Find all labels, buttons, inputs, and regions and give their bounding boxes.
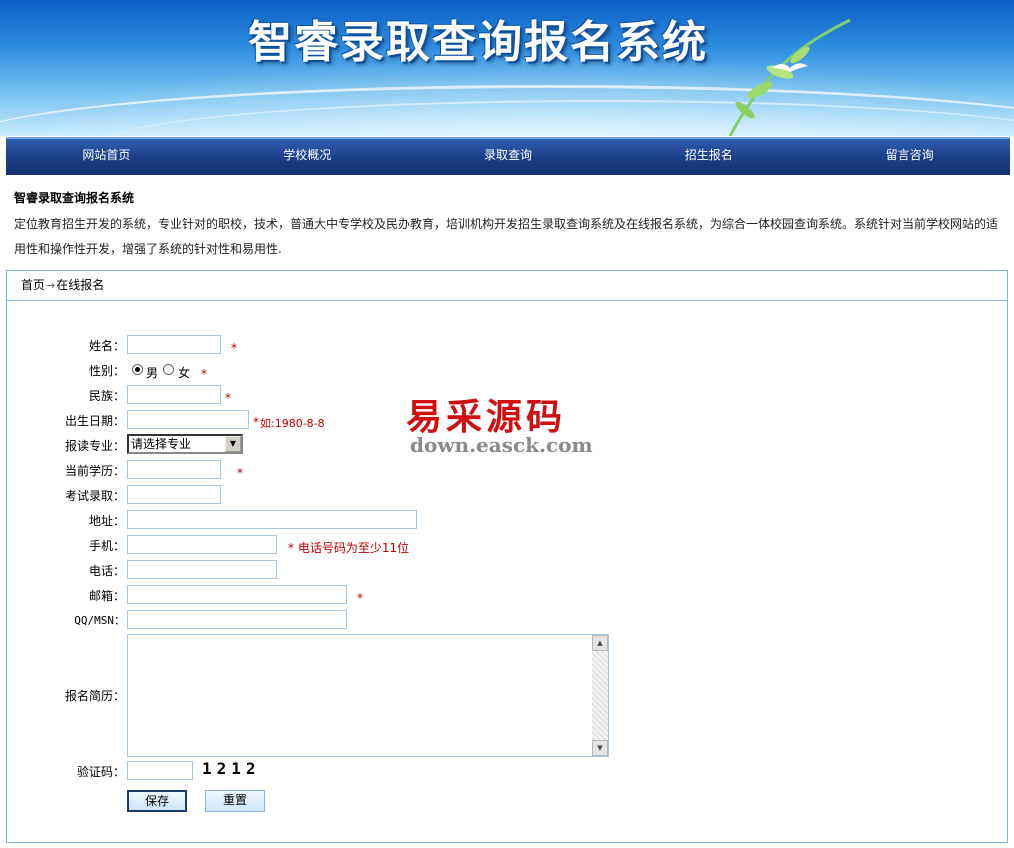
breadcrumb: 首页→在线报名 bbox=[7, 271, 1007, 301]
mobile-input[interactable] bbox=[127, 535, 277, 554]
name-input[interactable] bbox=[127, 335, 221, 354]
phone-label: 电话： bbox=[88, 564, 125, 578]
qq-label: QQ/MSN： bbox=[74, 614, 125, 627]
birthdate-input[interactable] bbox=[127, 410, 249, 429]
intro-text: 定位教育招生开发的系统，专业针对的职校，技术，普通大中专学校及民办教育，培训机构… bbox=[14, 217, 999, 256]
watermark-url: down.easck.com bbox=[410, 433, 593, 457]
gender-required-mark: * bbox=[201, 367, 207, 381]
exam-label: 考试录取： bbox=[64, 489, 125, 503]
ethnicity-input[interactable] bbox=[127, 385, 221, 404]
birthdate-required-mark: * bbox=[253, 415, 259, 429]
gender-male-label: 男 bbox=[146, 366, 159, 380]
bird-icon bbox=[772, 63, 808, 72]
education-required-mark: * bbox=[237, 466, 243, 480]
captcha-label: 验证码： bbox=[76, 765, 125, 779]
education-label: 当前学历： bbox=[64, 464, 125, 478]
captcha-image: 1212 bbox=[202, 759, 261, 778]
reset-button[interactable]: 重置 bbox=[205, 790, 265, 812]
email-label: 邮箱： bbox=[88, 589, 125, 603]
major-label: 报读专业： bbox=[64, 439, 125, 453]
birthdate-label: 出生日期： bbox=[64, 414, 125, 428]
scroll-down-icon[interactable]: ▼ bbox=[592, 740, 608, 756]
nav-item-guestbook[interactable]: 留言咨询 bbox=[809, 139, 1010, 175]
captcha-input[interactable] bbox=[127, 761, 193, 780]
email-input[interactable] bbox=[127, 585, 347, 604]
address-label: 地址： bbox=[88, 514, 125, 528]
gender-label: 性别： bbox=[88, 364, 125, 378]
education-input[interactable] bbox=[127, 460, 221, 479]
breadcrumb-current: 在线报名 bbox=[56, 278, 105, 292]
site-title: 智睿录取查询报名系统 bbox=[248, 17, 708, 68]
gender-female-radio[interactable] bbox=[163, 364, 174, 375]
nav-item-home[interactable]: 网站首页 bbox=[6, 139, 207, 175]
mobile-label: 手机： bbox=[88, 539, 125, 553]
header-banner: 智睿录取查询报名系统 bbox=[0, 0, 1014, 136]
resume-textarea[interactable]: ▲ ▼ bbox=[127, 634, 609, 757]
ethnicity-required-mark: * bbox=[225, 391, 231, 405]
intro-title: 智睿录取查询报名系统 bbox=[14, 191, 135, 205]
nav-item-enrollment[interactable]: 招生报名 bbox=[608, 139, 809, 175]
intro-section: 智睿录取查询报名系统 定位教育招生开发的系统，专业针对的职校，技术，普通大中专学… bbox=[6, 180, 1008, 266]
birthdate-hint: 如:1980-8-8 bbox=[260, 417, 325, 430]
gender-male-radio[interactable] bbox=[132, 364, 143, 375]
email-required-mark: * bbox=[357, 591, 363, 605]
qq-input[interactable] bbox=[127, 610, 347, 629]
address-input[interactable] bbox=[127, 510, 417, 529]
nav-item-admission-query[interactable]: 录取查询 bbox=[408, 139, 609, 175]
mobile-hint: * 电话号码为至少11位 bbox=[288, 541, 410, 555]
scroll-up-icon[interactable]: ▲ bbox=[592, 635, 608, 651]
breadcrumb-home[interactable]: 首页 bbox=[21, 278, 45, 292]
resume-scrollbar[interactable]: ▲ ▼ bbox=[592, 635, 608, 756]
nav-item-about[interactable]: 学校概况 bbox=[207, 139, 408, 175]
major-select-value: 请选择专业 bbox=[131, 437, 192, 451]
name-required-mark: * bbox=[231, 341, 237, 355]
save-button[interactable]: 保存 bbox=[127, 790, 187, 812]
chevron-down-icon[interactable]: ▼ bbox=[225, 436, 241, 452]
exam-input[interactable] bbox=[127, 485, 221, 504]
resume-label: 报名简历： bbox=[64, 689, 125, 703]
main-nav: 网站首页 学校概况 录取查询 招生报名 留言咨询 bbox=[6, 137, 1010, 175]
name-label: 姓名： bbox=[88, 339, 125, 353]
ethnicity-label: 民族： bbox=[88, 389, 125, 403]
major-select[interactable]: 请选择专业 ▼ bbox=[127, 434, 243, 454]
arrow-right-icon: → bbox=[46, 279, 56, 292]
gender-female-label: 女 bbox=[178, 366, 191, 380]
form-panel: 首页→在线报名 姓名： * 性别： 男 女 * 民族： * 出生日期： * 如:… bbox=[6, 270, 1008, 843]
phone-input[interactable] bbox=[127, 560, 277, 579]
